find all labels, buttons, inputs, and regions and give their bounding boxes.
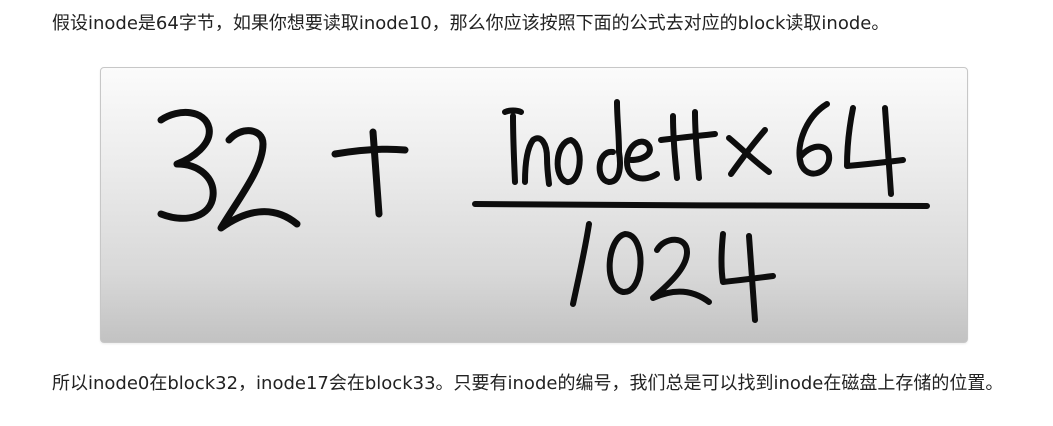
- formula-drawing: [157, 99, 930, 323]
- formula-denominator: [570, 221, 776, 323]
- formula-fraction-bar: [472, 201, 930, 209]
- conclusion-paragraph: 所以inode0在block32，inode17会在block33。只要有ino…: [52, 373, 1004, 394]
- intro-paragraph: 假设inode是64字节，如果你想要读取inode10，那么你应该按照下面的公式…: [52, 13, 890, 34]
- formula-digit-2: [217, 127, 301, 232]
- handwritten-formula-image: [100, 67, 968, 343]
- formula-digit-3: [157, 108, 217, 222]
- formula-plus-sign: [331, 128, 409, 218]
- formula-numerator: [502, 99, 906, 197]
